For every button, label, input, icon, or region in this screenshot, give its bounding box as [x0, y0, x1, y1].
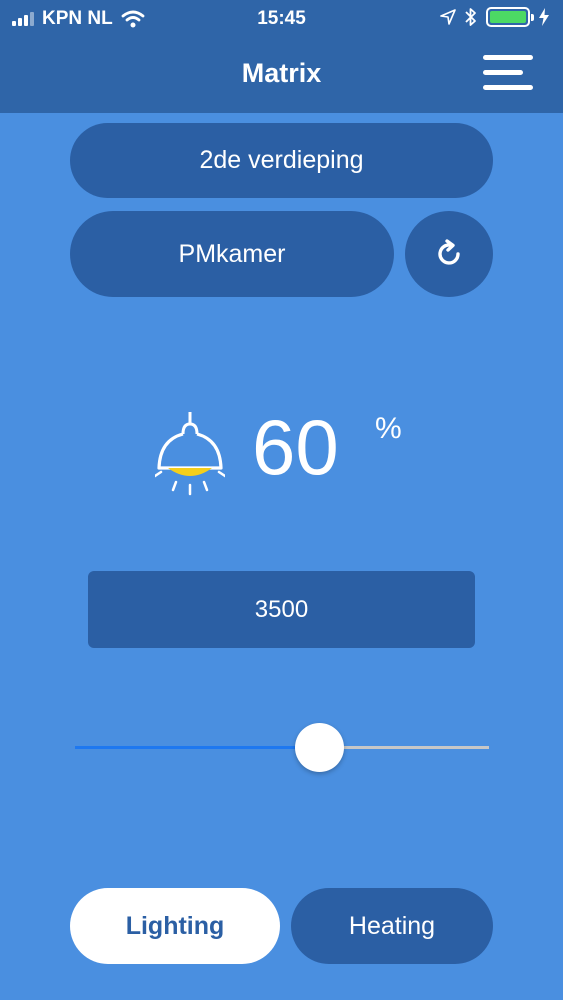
hamburger-menu-icon	[483, 55, 533, 90]
location-arrow-icon	[440, 9, 456, 25]
color-temperature-value: 3500	[254, 595, 309, 623]
ceiling-lamp-icon	[155, 412, 225, 496]
room-label: PMkamer	[178, 239, 286, 268]
floor-selector-button[interactable]: 2de verdieping	[70, 123, 493, 198]
color-temperature-field[interactable]: 3500	[88, 571, 475, 648]
floor-label: 2de verdieping	[199, 146, 364, 174]
refresh-icon	[438, 239, 460, 265]
brightness-unit: %	[375, 412, 402, 445]
tab-lighting[interactable]: Lighting	[70, 888, 280, 964]
slider-fill	[75, 746, 320, 749]
menu-button[interactable]	[479, 53, 537, 93]
tab-heating-label: Heating	[348, 911, 436, 940]
battery-icon	[486, 7, 534, 27]
brightness-value: 60	[252, 403, 339, 491]
status-right	[440, 7, 549, 27]
room-selector-button[interactable]: PMkamer	[70, 211, 394, 297]
tab-heating[interactable]: Heating	[291, 888, 493, 964]
nav-bar: Matrix	[0, 38, 563, 113]
bluetooth-icon	[465, 8, 476, 26]
charging-bolt-icon	[539, 8, 549, 26]
brightness-slider[interactable]	[75, 722, 489, 772]
tab-lighting-label: Lighting	[125, 911, 225, 940]
status-bar: KPN NL 15:45	[0, 0, 563, 38]
slider-thumb[interactable]	[295, 723, 345, 772]
refresh-button[interactable]	[405, 211, 493, 297]
